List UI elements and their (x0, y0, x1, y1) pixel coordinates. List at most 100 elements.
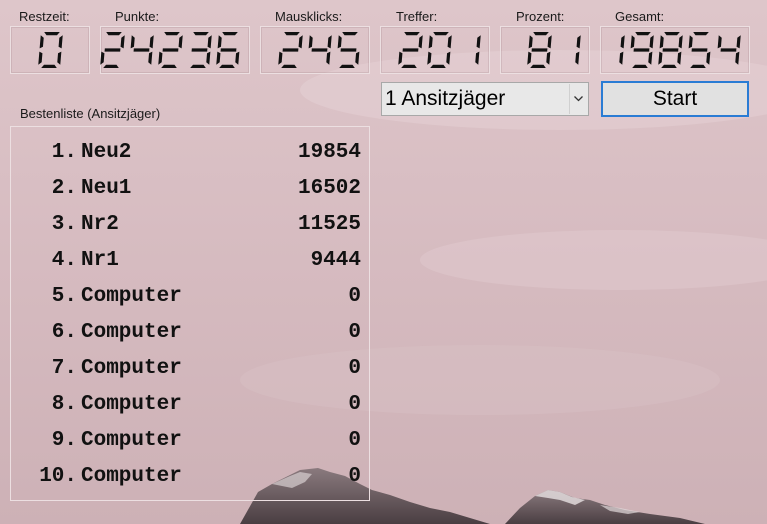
lcd-segment (404, 32, 420, 36)
lcd-segment (633, 48, 650, 52)
mode-select-value: 1 Ansitzjäger (385, 87, 506, 110)
lcd-segment (677, 51, 682, 65)
highscore-rank: 8. (51, 393, 77, 416)
lcd-segment (632, 64, 648, 68)
lcd-digit (337, 32, 360, 68)
lcd-segment (619, 51, 624, 65)
highscore-rank: 7. (51, 357, 77, 380)
lcd-digit (100, 32, 125, 68)
lcd-segment (39, 35, 44, 49)
lcd-digit (427, 32, 452, 68)
lcd-segment (659, 35, 664, 49)
highscore-rank: 3. (51, 213, 77, 236)
highscore-list: 1. Neu2 19854 2. Neu1 16502 3. Nr2 11525 4. Nr1 944… (10, 126, 370, 501)
lcd-digit (216, 32, 240, 68)
lcd-segment (56, 51, 61, 65)
lcd-segment (528, 35, 533, 49)
highscore-rank: 5. (51, 285, 77, 308)
highscore-score: 0 (348, 285, 361, 308)
stat-label-restzeit: Restzeit: (19, 9, 70, 24)
lcd-segment (130, 35, 135, 49)
lcd-segment (58, 35, 63, 49)
lcd-segment (207, 35, 212, 49)
lcd-segment (398, 51, 403, 65)
lcd-digit (398, 32, 423, 68)
lcd-segment (620, 35, 625, 49)
highscore-score: 0 (348, 393, 361, 416)
lcd-segment (736, 35, 741, 49)
lcd-digit (717, 35, 741, 65)
lcd-digit (475, 35, 481, 65)
punkte-value (100, 32, 241, 68)
lcd-digit (308, 35, 332, 65)
highscore-rank: 10. (39, 465, 77, 488)
highscore-score: 16502 (297, 177, 361, 200)
lcd-segment (691, 48, 708, 52)
lcd-segment (576, 35, 581, 49)
highscore-name: Computer (81, 393, 182, 416)
chevron-down-icon[interactable] (569, 84, 587, 114)
lcd-segment (106, 32, 122, 36)
lcd-digit (688, 32, 711, 68)
lcd-segment (158, 51, 163, 65)
mode-select[interactable]: 1 Ansitzjäger (381, 82, 589, 116)
lcd-digit (658, 32, 683, 68)
highscore-rank: 2. (51, 177, 77, 200)
lcd-segment (43, 32, 60, 36)
lcd-segment (427, 51, 432, 65)
lcd-digit (527, 32, 552, 68)
stat-label-punkte: Punkte: (115, 9, 160, 24)
stat-display-punkte (100, 26, 250, 74)
lcd-segment (339, 64, 355, 68)
lcd-segment (575, 51, 580, 65)
highscore-score: 9444 (310, 249, 361, 272)
restzeit-value (37, 32, 63, 68)
highscore-row: 10. Computer 0 (11, 465, 371, 501)
lcd-segment (133, 48, 150, 52)
highscore-row: 5. Computer 0 (11, 285, 371, 321)
lcd-segment (337, 35, 342, 49)
lcd-segment (693, 32, 709, 36)
lcd-segment (217, 35, 222, 49)
highscore-score: 19854 (297, 141, 361, 164)
lcd-segment (340, 48, 357, 52)
highscore-row: 8. Computer 0 (11, 393, 371, 429)
lcd-segment (37, 51, 42, 65)
lcd-segment (178, 35, 183, 49)
lcd-segment (706, 51, 711, 65)
mausklicks-value (278, 32, 361, 68)
lcd-segment (418, 35, 423, 49)
lcd-segment (720, 48, 737, 52)
lcd-segment (104, 48, 121, 52)
stat-display-mausklicks (260, 26, 370, 74)
lcd-segment (527, 51, 532, 65)
lcd-segment (120, 35, 125, 49)
lcd-segment (161, 64, 177, 68)
stat-label-gesamt: Gesamt: (615, 9, 665, 24)
lcd-digit (575, 35, 581, 65)
lcd-segment (220, 48, 237, 52)
highscore-name: Neu1 (81, 177, 132, 200)
stat-label-mausklicks: Mausklicks: (275, 9, 343, 24)
lcd-segment (164, 32, 180, 36)
highscore-row: 9. Computer 0 (11, 429, 371, 465)
highscore-name: Computer (81, 357, 182, 380)
lcd-segment (664, 32, 680, 36)
lcd-segment (103, 64, 119, 68)
highscore-score: 0 (348, 429, 361, 452)
stat-label-prozent: Prozent: (516, 9, 565, 24)
lcd-segment (284, 32, 300, 36)
highscore-name: Nr2 (81, 213, 119, 236)
highscore-row: 1. Neu2 19854 (11, 141, 371, 177)
stat-display-prozent (500, 26, 590, 74)
prozent-value (527, 32, 581, 68)
lcd-segment (717, 35, 722, 49)
lcd-segment (327, 35, 332, 49)
lcd-segment (547, 35, 552, 49)
highscore-score: 0 (348, 465, 361, 488)
highscore-row: 2. Neu1 16502 (11, 177, 371, 213)
start-button[interactable]: Start (601, 81, 749, 117)
lcd-segment (100, 51, 105, 65)
highscore-rank: 9. (51, 429, 77, 452)
highscore-row: 6. Computer 0 (11, 321, 371, 357)
